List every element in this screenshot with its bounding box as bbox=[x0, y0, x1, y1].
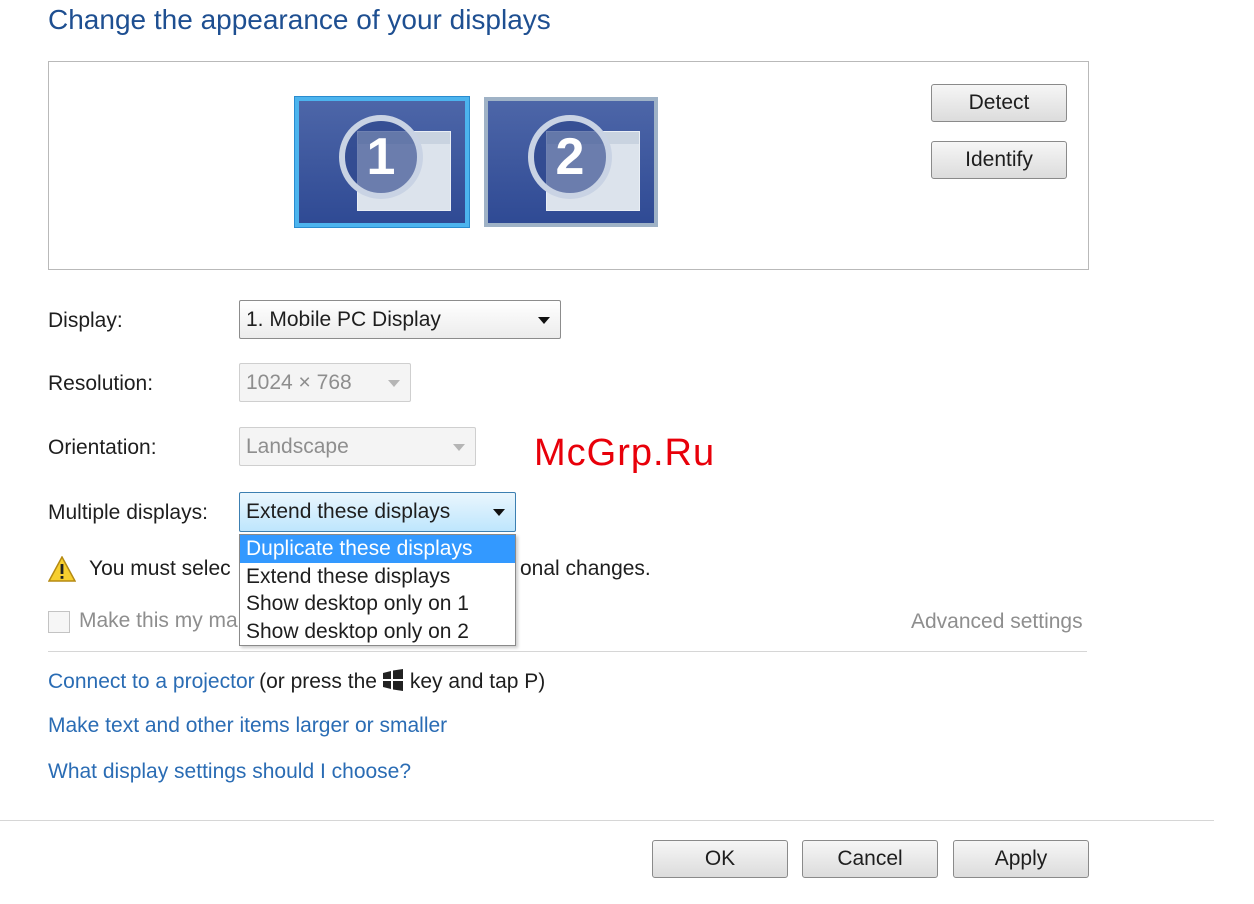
orientation-label: Orientation: bbox=[48, 436, 157, 459]
cancel-button[interactable]: Cancel bbox=[802, 840, 938, 878]
apply-button[interactable]: Apply bbox=[953, 840, 1089, 878]
monitor-number-badge: 1 bbox=[339, 115, 423, 199]
main-display-checkbox-label: Make this my ma bbox=[79, 609, 238, 632]
warning-icon bbox=[48, 556, 76, 582]
monitor-1[interactable]: 1 bbox=[295, 97, 469, 227]
resolution-label: Resolution: bbox=[48, 372, 154, 395]
option-show-only-1[interactable]: Show desktop only on 1 bbox=[240, 590, 515, 618]
ok-button[interactable]: OK bbox=[652, 840, 788, 878]
main-display-checkbox[interactable] bbox=[48, 611, 70, 633]
text-size-link[interactable]: Make text and other items larger or smal… bbox=[48, 714, 447, 738]
multiple-displays-label: Multiple displays: bbox=[48, 501, 208, 524]
monitor-number-badge: 2 bbox=[528, 115, 612, 199]
multiple-displays-select-value: Extend these displays bbox=[246, 500, 451, 523]
advanced-settings-link[interactable]: Advanced settings bbox=[911, 610, 1083, 634]
option-duplicate[interactable]: Duplicate these displays bbox=[240, 535, 515, 563]
option-extend[interactable]: Extend these displays bbox=[240, 563, 515, 591]
option-show-only-2[interactable]: Show desktop only on 2 bbox=[240, 618, 515, 646]
footer-divider bbox=[0, 820, 1214, 821]
chevron-down-icon bbox=[493, 509, 505, 516]
connect-projector-link[interactable]: Connect to a projector bbox=[48, 670, 255, 693]
warning-text: You must selec bbox=[89, 557, 231, 580]
page-title: Change the appearance of your displays bbox=[48, 4, 551, 35]
chevron-down-icon bbox=[388, 379, 400, 387]
resolution-select[interactable]: 1024 × 768 bbox=[239, 363, 411, 402]
chevron-down-icon bbox=[453, 443, 465, 451]
chevron-down-icon bbox=[538, 316, 550, 324]
display-help-link[interactable]: What display settings should I choose? bbox=[48, 760, 411, 784]
projector-row: Connect to a projector (or press the key… bbox=[48, 669, 545, 694]
orientation-select-value: Landscape bbox=[246, 435, 349, 458]
warning-text-end: onal changes. bbox=[520, 557, 651, 580]
resolution-select-value: 1024 × 768 bbox=[246, 371, 352, 394]
detect-button[interactable]: Detect bbox=[931, 84, 1067, 122]
multiple-displays-dropdown: Duplicate these displays Extend these di… bbox=[239, 534, 516, 646]
orientation-select[interactable]: Landscape bbox=[239, 427, 476, 466]
divider bbox=[48, 651, 1087, 652]
projector-hint-before: (or press the bbox=[259, 670, 377, 693]
identify-button[interactable]: Identify bbox=[931, 141, 1067, 179]
monitor-2[interactable]: 2 bbox=[484, 97, 658, 227]
multiple-displays-select[interactable]: Extend these displays bbox=[239, 492, 516, 532]
projector-hint-after: key and tap P) bbox=[409, 670, 546, 693]
display-select-value: 1. Mobile PC Display bbox=[246, 308, 441, 331]
display-label: Display: bbox=[48, 309, 123, 332]
windows-key-icon bbox=[383, 669, 404, 691]
watermark: McGrp.Ru bbox=[534, 432, 716, 474]
display-select[interactable]: 1. Mobile PC Display bbox=[239, 300, 561, 339]
